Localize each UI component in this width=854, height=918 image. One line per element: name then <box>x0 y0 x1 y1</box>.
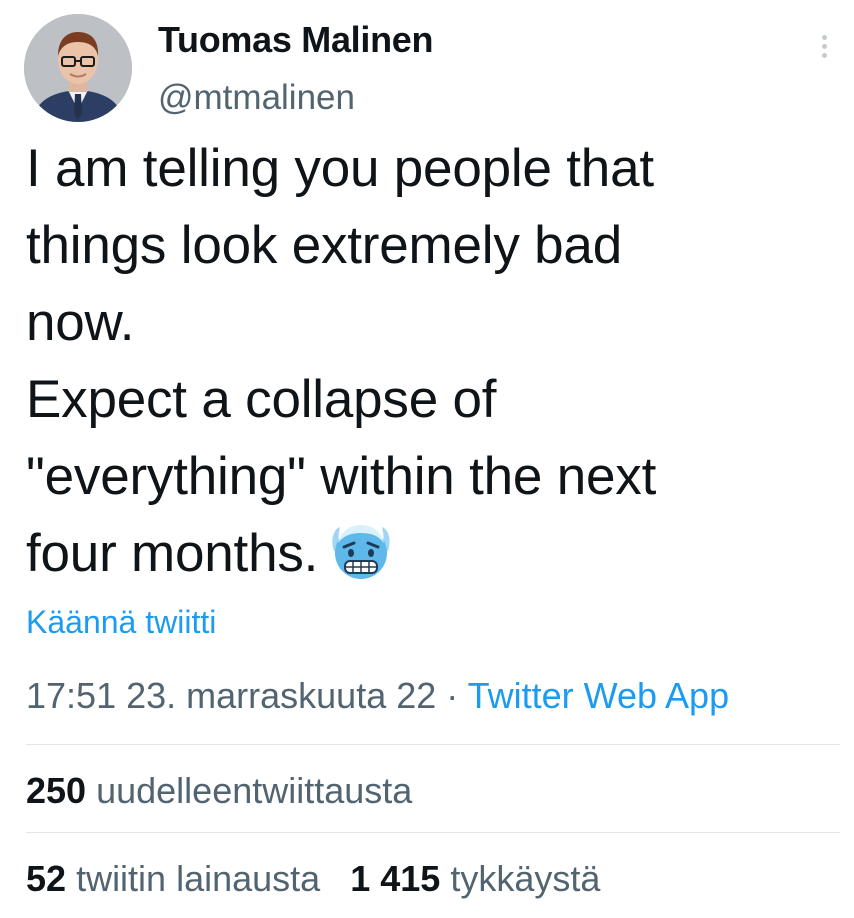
profile-photo <box>24 14 132 122</box>
divider <box>26 832 840 833</box>
tweet-line: "everything" within the next <box>26 447 657 506</box>
more-options-icon[interactable] <box>808 26 840 66</box>
likes-stat[interactable]: 1 415 tykkäystä <box>350 858 600 899</box>
tweet-line-last: four months. <box>26 515 826 602</box>
tweet-line: I am telling you people that <box>26 139 654 198</box>
tweet-text: I am telling you people that things look… <box>26 130 826 602</box>
tweet-line: things look extremely bad <box>26 216 622 275</box>
cold-face-emoji-icon <box>328 521 394 602</box>
more-dot <box>821 34 827 40</box>
tweet-line: Expect a collapse of <box>26 370 497 429</box>
tweet-line: now. <box>26 293 135 352</box>
source-app-link[interactable]: Twitter Web App <box>468 675 729 716</box>
translate-tweet-link[interactable]: Käännä twiitti <box>26 600 216 644</box>
engagement-row: 52 twiitin lainausta 1 415 tykkäystä <box>26 855 600 903</box>
timestamp[interactable]: 17:51 23. marraskuuta 22 <box>26 675 436 716</box>
author-handle[interactable]: @mtmalinen <box>158 76 355 120</box>
retweets-row: 250 uudelleentwiittausta <box>26 767 412 815</box>
likes-label: tykkäystä <box>450 858 601 899</box>
quotes-count: 52 <box>26 858 67 899</box>
retweets-label: uudelleentwiittausta <box>96 770 413 811</box>
author-display-name[interactable]: Tuomas Malinen <box>158 18 433 62</box>
divider <box>26 744 840 745</box>
more-dot <box>821 52 827 58</box>
meta-separator: · <box>446 675 459 716</box>
retweets-stat[interactable]: 250 uudelleentwiittausta <box>26 770 412 811</box>
more-dot <box>821 43 827 49</box>
avatar[interactable] <box>24 14 132 122</box>
tweet-meta: 17:51 23. marraskuuta 22 · Twitter Web A… <box>26 672 729 720</box>
likes-count: 1 415 <box>350 858 441 899</box>
tweet-line: four months. <box>26 524 319 583</box>
quotes-stat[interactable]: 52 twiitin lainausta <box>26 858 320 899</box>
retweets-count: 250 <box>26 770 87 811</box>
quotes-label: twiitin lainausta <box>76 858 321 899</box>
